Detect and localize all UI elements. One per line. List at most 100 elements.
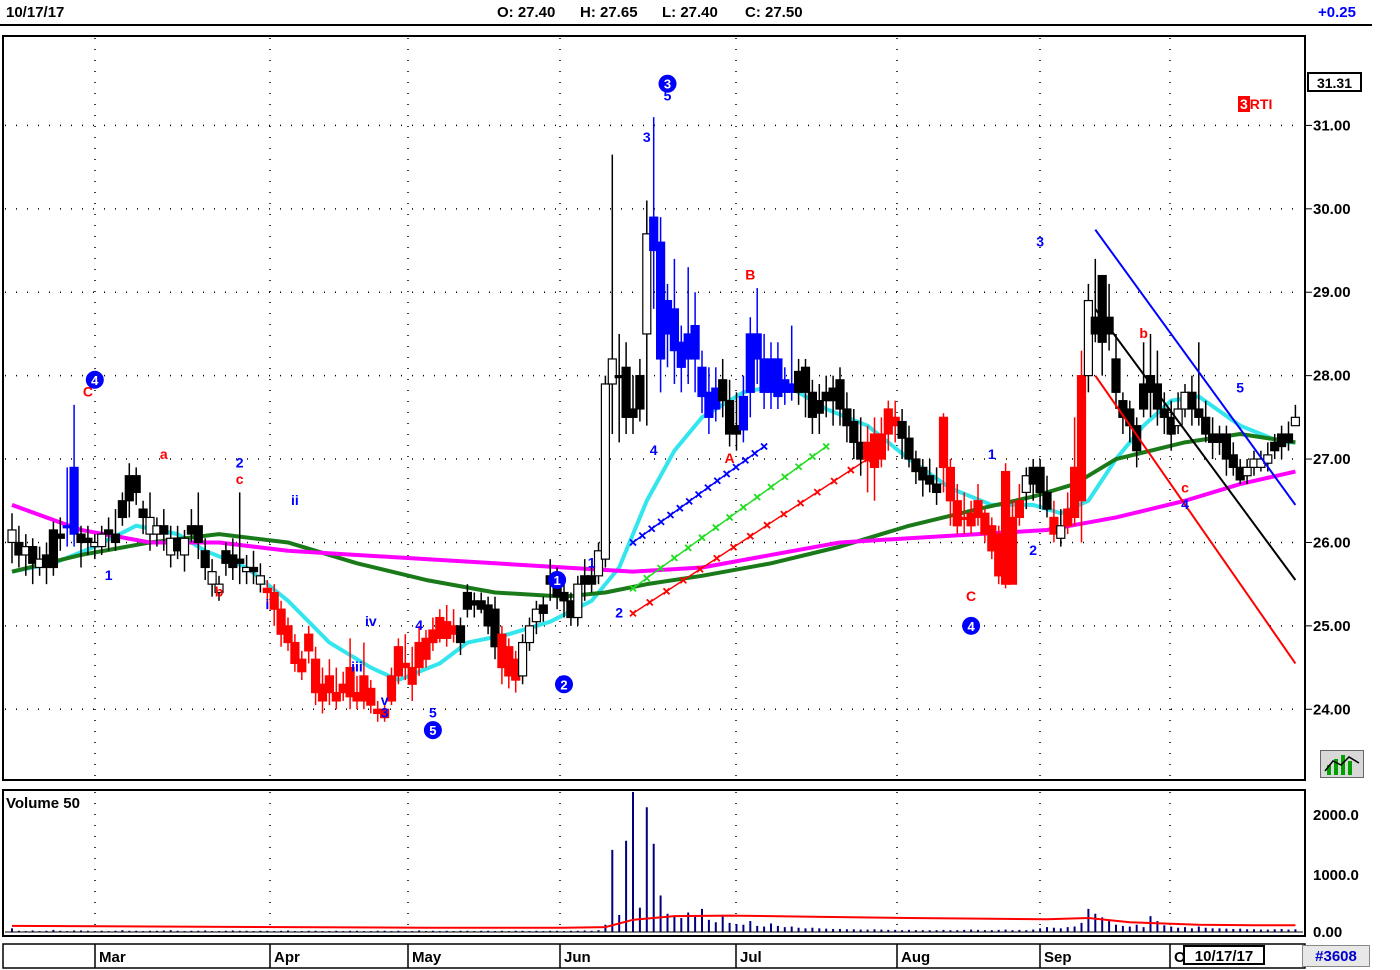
wave-label: 4: [415, 617, 423, 633]
cross-mark: [712, 523, 720, 532]
wave-label: C: [966, 588, 976, 604]
y-tick-label: 28.00: [1313, 368, 1351, 385]
wave-label: c: [1181, 479, 1189, 495]
candles: [7, 117, 1301, 722]
candle-body: [366, 687, 376, 706]
cross-mark: [753, 493, 761, 501]
wave-circle-label: 2: [560, 677, 567, 692]
wave-label: A: [725, 450, 735, 466]
candle-body: [1187, 391, 1197, 410]
candle-body: [1201, 416, 1211, 435]
wave-circle-label: 1: [553, 573, 560, 588]
cross-mark: [725, 513, 734, 522]
candle-body: [573, 583, 583, 619]
cross-mark: [751, 449, 759, 458]
candle-body: [55, 533, 65, 539]
wave-label: b: [1139, 325, 1148, 341]
wave-label: 1: [588, 554, 596, 570]
wave-label: 4: [650, 442, 658, 458]
bar-chart-icon[interactable]: [1320, 750, 1364, 778]
wave-label: iv: [365, 613, 377, 629]
y-tick-label: 31.00: [1313, 117, 1351, 134]
symbol-box[interactable]: #3608: [1302, 945, 1370, 967]
x-tick-label: Apr: [274, 949, 300, 966]
candle-body: [945, 466, 956, 502]
candle-body: [1125, 408, 1135, 427]
volume-tick-2000: 2000.0: [1313, 807, 1359, 824]
wave-circle-label: 4: [91, 373, 99, 388]
cross-mark: [657, 518, 665, 526]
candle-body: [752, 333, 762, 360]
y-tick-label: 24.00: [1313, 701, 1351, 718]
rti-label: RTI: [1249, 96, 1273, 112]
y-tick-label: 25.00: [1313, 618, 1351, 635]
candle-body: [200, 550, 210, 569]
candle-body: [69, 466, 79, 535]
cross-mark: [638, 531, 647, 540]
y-tick-label: 29.00: [1313, 284, 1351, 301]
candle-body: [835, 379, 845, 410]
candle-body: [97, 533, 107, 548]
candle-body: [925, 475, 935, 485]
volume-tick-1000: 1000.0: [1313, 867, 1359, 884]
candle-body: [1290, 416, 1301, 427]
cross-mark: [822, 442, 830, 451]
x-tick-label: Jul: [740, 949, 762, 966]
candle-body: [738, 395, 749, 431]
candle-body: [331, 691, 341, 702]
moving-averages: [11, 381, 1296, 683]
wave-label: b: [215, 584, 224, 600]
wave-circle-label: 3: [664, 77, 671, 92]
candle-body: [904, 437, 914, 460]
candle-body: [393, 646, 403, 677]
cross-mark: [698, 534, 706, 542]
wave-label: i: [265, 596, 269, 612]
cross-mark: [723, 470, 731, 478]
wave-label: 5: [1236, 379, 1244, 395]
rti-number: 3: [1238, 96, 1250, 112]
cross-mark: [713, 554, 721, 562]
y-tick-label: 26.00: [1313, 534, 1351, 551]
candle-body: [131, 475, 141, 494]
candle-body: [1159, 408, 1169, 418]
date-axis: Mar Apr May Jun Jul Aug Sep O: [94, 944, 1186, 968]
cross-mark: [796, 499, 805, 507]
price-chart[interactable]: 24.0025.0026.0027.0028.0029.0030.0031.00…: [0, 0, 1400, 970]
candle-body: [138, 508, 148, 519]
candle-body: [1242, 466, 1252, 477]
cross-mark: [662, 587, 671, 595]
x-tick-label: Jun: [564, 949, 591, 966]
price-axis: 24.00 25.00 26.00 27.00 28.00 29.00 30.00 31.00: [1305, 117, 1351, 718]
candle-body: [386, 675, 397, 702]
candle-body: [1042, 491, 1052, 510]
candle-body: [255, 575, 265, 585]
wave-label: ii: [291, 492, 299, 508]
cross-mark: [767, 483, 775, 491]
candle-body: [607, 358, 617, 385]
volume-panel-label: Volume 50: [6, 795, 80, 812]
cross-mark: [646, 598, 654, 606]
candle-body: [559, 591, 569, 602]
candle-body: [159, 525, 169, 535]
candle-body: [849, 420, 859, 443]
candle-body: [517, 641, 528, 677]
candle-body: [538, 604, 548, 614]
ma-line-cyan: [11, 381, 1296, 683]
candle-body: [600, 383, 611, 560]
wave-circle-label: 4: [967, 619, 975, 634]
candle-body: [1283, 433, 1294, 443]
cross-mark: [830, 477, 838, 485]
cross-mark: [704, 484, 712, 492]
cross-mark: [746, 532, 754, 540]
candle-body: [103, 529, 114, 535]
candle-body: [1035, 466, 1045, 494]
wave-label: 3: [643, 129, 651, 145]
wave-label: 1: [988, 446, 996, 462]
candle-body: [7, 529, 17, 544]
cross-mark: [847, 466, 855, 474]
candle-body: [283, 625, 293, 644]
cross-mark: [729, 543, 738, 551]
y-tick-label: 27.00: [1313, 451, 1351, 468]
x-tick-label: Sep: [1044, 949, 1072, 966]
candle-body: [407, 666, 417, 685]
